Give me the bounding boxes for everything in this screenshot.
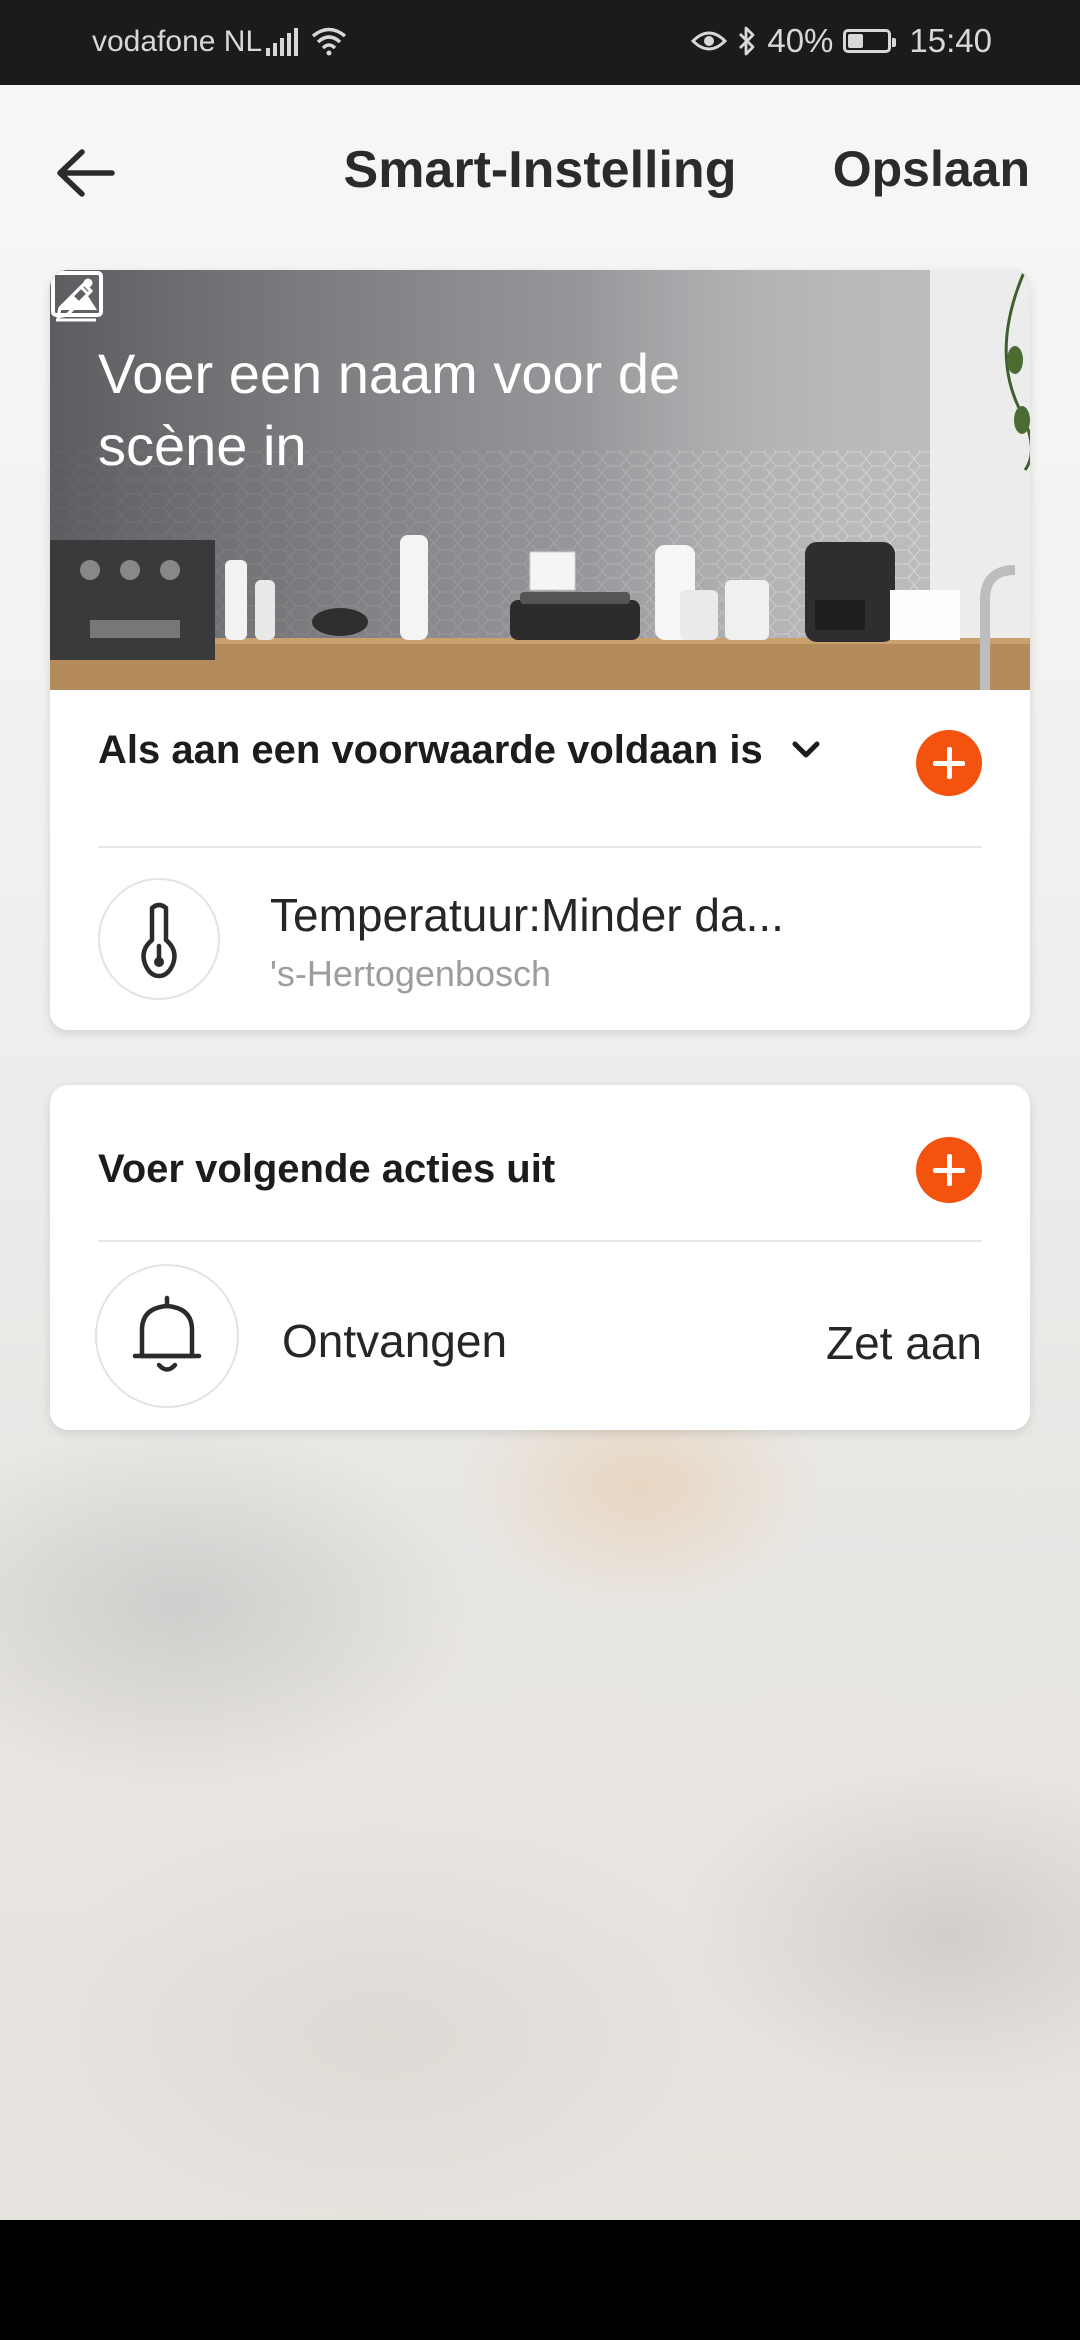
- thermometer-icon: [98, 878, 220, 1000]
- wifi-icon: [311, 27, 347, 56]
- condition-header-label: Als aan een voorwaarde voldaan is: [98, 728, 763, 772]
- battery-icon: [843, 29, 897, 53]
- add-condition-button[interactable]: [916, 730, 982, 796]
- condition-item[interactable]: Temperatuur:Minder da... 's-Hertogenbosc…: [50, 848, 1030, 1030]
- eye-icon: [691, 31, 728, 51]
- status-bar: vodafone NL 40% 15:40: [0, 0, 1080, 85]
- signal-icon: [266, 28, 298, 56]
- scene-condition-card: Voer een naam voor de scène in Als aan e…: [50, 270, 1030, 1030]
- chevron-down-icon[interactable]: [788, 732, 824, 768]
- action-item[interactable]: Ontvangen Zet aan: [50, 1242, 1030, 1430]
- scene-editor-screen: Smart-Instelling Opslaan Voer een naam v…: [0, 85, 1080, 2220]
- add-action-button[interactable]: [916, 1137, 982, 1203]
- bluetooth-icon: [739, 26, 755, 56]
- action-title: Ontvangen: [282, 1315, 508, 1367]
- condition-location: 's-Hertogenbosch: [270, 953, 552, 994]
- save-button[interactable]: Opslaan: [833, 140, 1030, 198]
- scene-cover-image[interactable]: Voer een naam voor de scène in: [50, 270, 1030, 690]
- scene-name-input[interactable]: Voer een naam voor de scène in: [98, 338, 818, 482]
- action-card: Voer volgende acties uit Ontvangen Zet a…: [50, 1085, 1030, 1430]
- action-header-label: Voer volgende acties uit: [98, 1147, 556, 1191]
- navigation-bar: [0, 2220, 1080, 2340]
- image-icon[interactable]: [50, 270, 104, 318]
- carrier-label: vodafone NL: [92, 25, 263, 58]
- action-section-header: Voer volgende acties uit: [98, 1085, 982, 1203]
- top-bar: Smart-Instelling Opslaan: [0, 85, 1080, 255]
- battery-percent: 40%: [767, 22, 834, 59]
- condition-section-header: Als aan een voorwaarde voldaan is: [98, 690, 982, 796]
- condition-title: Temperatuur:Minder da...: [270, 889, 784, 941]
- bell-icon: [95, 1264, 239, 1408]
- clock: 15:40: [909, 22, 992, 59]
- action-value[interactable]: Zet aan: [826, 1316, 982, 1370]
